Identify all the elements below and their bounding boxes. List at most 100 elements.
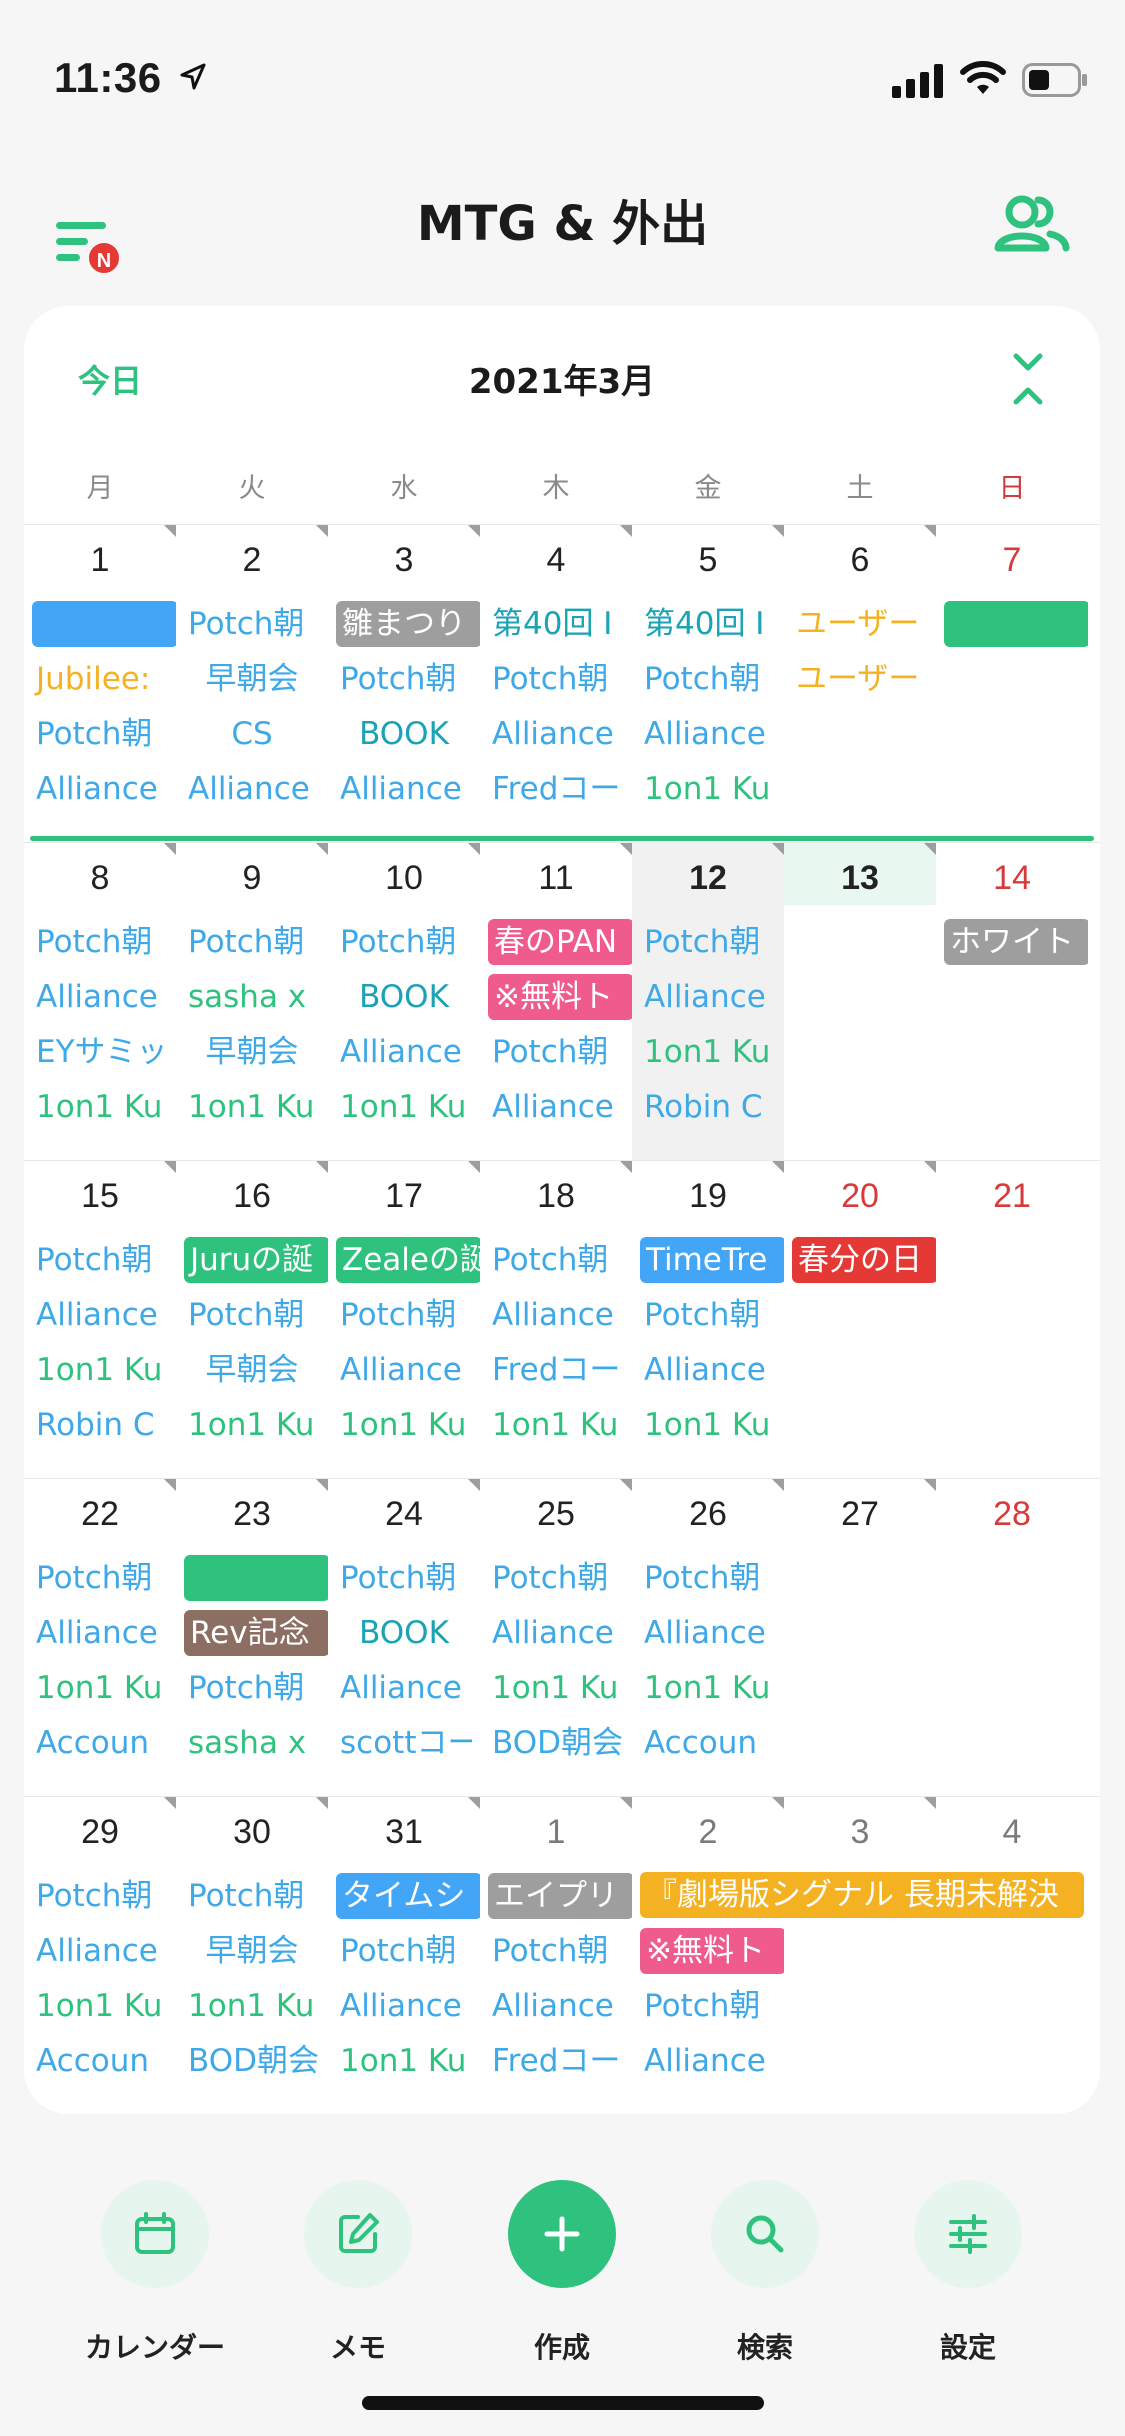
day-cell[interactable]: 16 Juruの誕 Potch朝 早朝会 1on1 Ku [176,1161,328,1479]
day-cell[interactable]: 13 [784,843,936,1161]
event-chip[interactable]: Zealeの誕 [336,1237,480,1283]
day-cell[interactable]: 6 ユーザー ユーザー [784,525,936,843]
event-label[interactable]: Fredコー [488,2038,624,2084]
event-chip[interactable] [32,601,176,647]
event-label[interactable]: Alliance [640,1610,776,1656]
event-label[interactable]: Fredコー [488,1347,624,1393]
day-cell[interactable]: 20 春分の日 [784,1161,936,1479]
event-label[interactable]: 第40回 I [488,601,624,647]
day-cell[interactable]: 3 雛まつり Potch朝 BOOK Alliance [328,525,480,843]
event-chip[interactable] [944,601,1088,647]
day-cell[interactable]: 23 Rev記念 Potch朝 sasha x [176,1479,328,1797]
event-label[interactable]: Robin C [640,1084,776,1130]
day-cell[interactable]: 15 Potch朝 Alliance 1on1 Ku Robin C [24,1161,176,1479]
day-cell[interactable]: 4 第40回 I Potch朝 Alliance Fredコー [480,525,632,843]
event-label[interactable]: Potch朝 [336,1555,472,1601]
event-label[interactable]: Potch朝 [488,1928,624,1974]
day-cell[interactable]: 8 Potch朝 Alliance EYサミッ 1on1 Ku [24,843,176,1161]
month-title[interactable]: 2021年3月 [24,354,1100,403]
day-cell[interactable]: 9 Potch朝 sasha x 早朝会 1on1 Ku [176,843,328,1161]
day-cell[interactable]: 12 Potch朝 Alliance 1on1 Ku Robin C [632,843,784,1161]
event-chip[interactable]: 春のPAN [488,919,632,965]
event-label[interactable]: Accoun [640,1720,776,1766]
event-chip[interactable]: Juruの誕 [184,1237,328,1283]
event-label[interactable]: Alliance [336,1347,472,1393]
event-label[interactable]: Potch朝 [640,1983,776,2029]
day-cell[interactable]: 17 Zealeの誕 Potch朝 Alliance 1on1 Ku [328,1161,480,1479]
event-chip[interactable]: TimeTre [640,1237,784,1283]
day-cell[interactable]: 1 エイプリ Potch朝 Alliance Fredコー [480,1797,632,2114]
day-cell[interactable]: 10 Potch朝 BOOK Alliance 1on1 Ku [328,843,480,1161]
event-label[interactable]: Alliance [32,1928,168,1974]
day-cell[interactable]: 21 [936,1161,1088,1479]
event-label[interactable]: 1on1 Ku [32,1665,168,1711]
day-cell[interactable]: 28 [936,1479,1088,1797]
day-cell[interactable]: 25 Potch朝 Alliance 1on1 Ku BOD朝会 [480,1479,632,1797]
day-cell[interactable]: 7 [936,525,1088,843]
event-label[interactable]: Alliance [336,766,472,812]
event-label[interactable]: Alliance [32,1610,168,1656]
event-label[interactable]: Alliance [336,1665,472,1711]
event-label[interactable]: 1on1 Ku [32,1983,168,2029]
event-label[interactable]: Potch朝 [640,656,776,702]
event-chip[interactable]: 春分の日 [792,1237,936,1283]
event-label[interactable]: 1on1 Ku [640,1402,776,1448]
day-cell[interactable]: 24 Potch朝 BOOK Alliance scottコー [328,1479,480,1797]
event-label[interactable]: 1on1 Ku [32,1084,168,1130]
event-label[interactable]: Potch朝 [32,919,168,965]
event-label[interactable]: 1on1 Ku [32,1347,168,1393]
event-chip[interactable]: タイムシ [336,1873,480,1919]
event-label[interactable]: BOD朝会 [488,1720,624,1766]
day-cell[interactable]: 18 Potch朝 Alliance Fredコー 1on1 Ku [480,1161,632,1479]
event-label[interactable]: Potch朝 [640,1292,776,1338]
nav-memo-circle[interactable] [304,2180,412,2288]
event-chip[interactable]: エイプリ [488,1873,632,1919]
event-label[interactable]: sasha x [184,1720,320,1766]
event-label[interactable]: 1on1 Ku [184,1983,320,2029]
day-cell[interactable]: 2 Potch朝 早朝会 CS Alliance [176,525,328,843]
event-label[interactable]: Alliance [640,711,776,757]
multi-day-event-chip[interactable]: 『劇場版シグナル 長期未解決 [640,1872,1084,1918]
event-label[interactable]: sasha x [184,974,320,1020]
event-label[interactable]: Potch朝 [336,1928,472,1974]
event-label[interactable]: Potch朝 [336,656,472,702]
day-cell[interactable]: 2 ※無料ト Potch朝 Alliance [632,1797,784,2114]
event-label[interactable]: Robin C [32,1402,168,1448]
event-label[interactable]: 第40回 I [640,601,776,647]
create-button[interactable] [508,2180,616,2288]
event-label[interactable]: Potch朝 [640,1555,776,1601]
event-label[interactable]: 早朝会 [184,656,320,702]
day-cell[interactable]: 4 [936,1797,1088,2114]
event-label[interactable]: 1on1 Ku [640,1665,776,1711]
event-label[interactable]: 1on1 Ku [488,1402,624,1448]
event-label[interactable]: Jubilee: [32,656,168,702]
event-label[interactable]: Potch朝 [488,1237,624,1283]
event-label[interactable]: Potch朝 [32,1237,168,1283]
event-label[interactable]: 1on1 Ku [184,1402,320,1448]
event-label[interactable]: Alliance [488,1610,624,1656]
event-chip[interactable]: ※無料ト [640,1928,784,1974]
day-cell[interactable]: 29 Potch朝 Alliance 1on1 Ku Accoun [24,1797,176,2114]
day-cell[interactable]: 27 [784,1479,936,1797]
event-chip[interactable]: ホワイト [944,919,1088,965]
event-label[interactable]: BOD朝会 [184,2038,320,2084]
event-label[interactable]: BOOK [336,974,472,1020]
day-cell[interactable]: 1 Jubilee: Potch朝 Alliance [24,525,176,843]
event-label[interactable]: Alliance [32,1292,168,1338]
event-label[interactable]: Alliance [32,766,168,812]
event-label[interactable]: 早朝会 [184,1347,320,1393]
day-cell[interactable]: 5 第40回 I Potch朝 Alliance 1on1 Ku [632,525,784,843]
event-chip[interactable]: 雛まつり [336,601,480,647]
event-label[interactable]: Potch朝 [488,1029,624,1075]
day-cell[interactable]: 3 [784,1797,936,2114]
event-label[interactable]: scottコー [336,1720,472,1766]
event-label[interactable]: 1on1 Ku [336,1084,472,1130]
event-label[interactable]: BOOK [336,711,472,757]
event-label[interactable]: Alliance [336,1029,472,1075]
collapse-chevrons-icon[interactable] [1008,350,1048,410]
event-label[interactable]: Alliance [488,1292,624,1338]
nav-calendar-circle[interactable] [101,2180,209,2288]
day-cell[interactable]: 14 ホワイト [936,843,1088,1161]
event-label[interactable]: Alliance [488,1084,624,1130]
event-label[interactable]: Potch朝 [184,1292,320,1338]
